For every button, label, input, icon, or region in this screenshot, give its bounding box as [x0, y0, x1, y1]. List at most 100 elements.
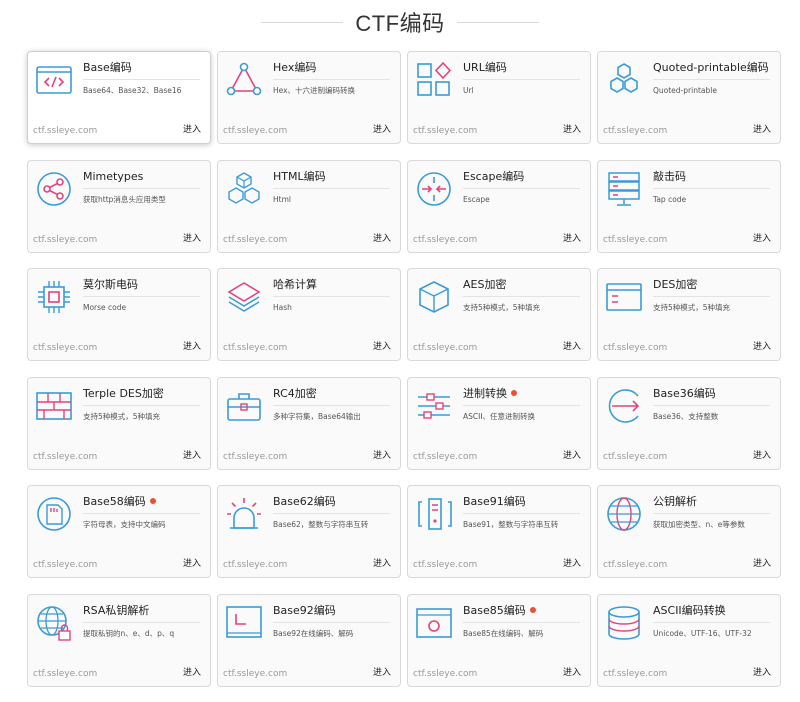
tool-card[interactable]: Base85编码 Base85在线编码、解码 ctf.ssleye.com 进入	[407, 593, 591, 687]
tool-card-description: 多种字符集，Base64输出	[273, 411, 361, 421]
tool-card-divider	[653, 79, 770, 80]
enter-link[interactable]: 进入	[563, 231, 581, 244]
tool-card[interactable]: AES加密 支持5种模式，5种填充 ctf.ssleye.com 进入	[407, 268, 591, 361]
tool-card-title: Quoted-printable编码	[653, 61, 769, 74]
tool-card[interactable]: Base编码 Base64、Base32、Base16 ctf.ssleye.c…	[27, 51, 211, 144]
enter-link[interactable]: 进入	[753, 665, 771, 678]
tool-card-divider	[463, 296, 580, 297]
enter-link[interactable]: 进入	[183, 556, 201, 569]
tool-card-domain: ctf.ssleye.com	[223, 560, 288, 570]
enter-link[interactable]: 进入	[373, 339, 391, 352]
tool-card[interactable]: RC4加密 多种字符集，Base64输出 ctf.ssleye.com 进入	[217, 376, 401, 470]
tool-card-title: DES加密	[653, 278, 698, 291]
tool-card-title: Base编码	[83, 61, 132, 74]
database-icon	[604, 603, 644, 643]
tool-card[interactable]: Escape编码 Escape ctf.ssleye.com 进入	[407, 159, 591, 253]
enter-link[interactable]: 进入	[183, 665, 201, 678]
tool-card-description: 字符母表，支持中文编码	[83, 520, 166, 529]
tool-card[interactable]: 哈希计算 Hash ctf.ssleye.com 进入	[217, 268, 401, 361]
tool-card[interactable]: URL编码 Url ctf.ssleye.com 进入	[407, 51, 591, 144]
tool-card-description: ASCII、任意进制转换	[463, 411, 536, 421]
tool-card-title: 进制转换	[463, 386, 580, 401]
tool-card-domain: ctf.ssleye.com	[223, 234, 288, 245]
tool-card-description: Base62，整数与字符串互转	[273, 520, 369, 529]
tool-card-divider	[653, 296, 770, 297]
tool-card-divider	[273, 513, 390, 514]
enter-link[interactable]: 进入	[373, 665, 391, 678]
share-circle-icon	[34, 169, 74, 209]
tool-card-title: Mimetypes	[83, 169, 144, 183]
tool-card[interactable]: Base36编码 Base36、支持整数 ctf.ssleye.com 进入	[597, 376, 781, 470]
enter-link[interactable]: 进入	[753, 339, 771, 352]
enter-link[interactable]: 进入	[183, 448, 201, 461]
enter-link[interactable]: 进入	[563, 665, 581, 678]
enter-link[interactable]: 进入	[753, 556, 771, 569]
tower-brackets-icon	[414, 494, 454, 534]
tool-card-description: Escape	[463, 194, 490, 204]
tool-card[interactable]: Base62编码 Base62，整数与字符串互转 ctf.ssleye.com …	[217, 485, 401, 578]
new-dot-icon	[529, 606, 536, 613]
enter-link[interactable]: 进入	[563, 122, 581, 135]
enter-link[interactable]: 进入	[373, 448, 391, 461]
enter-link[interactable]: 进入	[753, 448, 771, 461]
tool-card-grid: Base编码 Base64、Base32、Base16 ctf.ssleye.c…	[27, 51, 781, 687]
tool-card-divider	[463, 404, 580, 406]
tool-card[interactable]: Base91编码 Base91，整数与字符串互转 ctf.ssleye.com …	[407, 485, 591, 578]
tool-card[interactable]: ASCII编码转换 Unicode、UTF-16、UTF-32 ctf.ssle…	[597, 593, 781, 687]
tool-card[interactable]: 进制转换 ASCII、任意进制转换 ctf.ssleye.com 进入	[407, 376, 591, 470]
tool-card[interactable]: Mimetypes 获取http消息头应用类型 ctf.ssleye.com 进…	[27, 159, 211, 253]
tool-card[interactable]: HTML编码 Html ctf.ssleye.com 进入	[217, 159, 401, 253]
tool-card-domain: ctf.ssleye.com	[223, 451, 288, 462]
enter-link[interactable]: 进入	[183, 339, 201, 352]
tool-card[interactable]: Hex编码 Hex、十六进制编码转换 ctf.ssleye.com 进入	[217, 51, 401, 144]
enter-link[interactable]: 进入	[563, 339, 581, 352]
box-3d-icon	[414, 277, 454, 317]
tool-card-divider	[463, 187, 580, 189]
tool-card[interactable]: Quoted-printable编码 Quoted-printable ctf.…	[597, 51, 781, 144]
tool-card[interactable]: 公钥解析 获取加密类型、n、e等参数 ctf.ssleye.com 进入	[597, 485, 781, 578]
arrows-in-circle-icon	[414, 169, 454, 209]
tool-card-title: HTML编码	[273, 169, 326, 183]
enter-link[interactable]: 进入	[373, 122, 391, 135]
tool-card-divider	[463, 79, 580, 80]
tool-card[interactable]: 敲击码 Tap code ctf.ssleye.com 进入	[597, 159, 781, 253]
tool-card-domain: ctf.ssleye.com	[603, 126, 668, 136]
tool-card[interactable]: Base92编码 Base92在线编码、解码 ctf.ssleye.com 进入	[217, 593, 401, 687]
tool-card-domain: ctf.ssleye.com	[603, 343, 668, 353]
tool-card-title: ASCII编码转换	[653, 603, 726, 617]
tool-card[interactable]: Terple DES加密 支持5种模式，5种填充 ctf.ssleye.com …	[27, 376, 211, 470]
new-dot-icon	[511, 389, 517, 396]
tool-card-description: Html	[273, 194, 291, 204]
enter-link[interactable]: 进入	[183, 231, 201, 244]
tool-card-divider	[83, 404, 200, 406]
tool-card[interactable]: 莫尔斯电码 Morse code ctf.ssleye.com 进入	[27, 268, 211, 361]
enter-link[interactable]: 进入	[183, 122, 201, 135]
tool-card-divider	[273, 296, 390, 297]
tool-card-title: Hex编码	[273, 61, 317, 74]
enter-link[interactable]: 进入	[753, 122, 771, 135]
tool-card-divider	[83, 296, 200, 297]
tool-card-domain: ctf.ssleye.com	[33, 234, 98, 245]
layers-icon	[224, 277, 264, 317]
tool-card-description: 获取加密类型、n、e等参数	[653, 520, 745, 529]
tool-card-divider	[83, 79, 200, 80]
enter-link[interactable]: 进入	[373, 231, 391, 244]
tool-card-domain: ctf.ssleye.com	[413, 668, 478, 679]
tool-card-title: RSA私钥解析	[83, 603, 150, 617]
tool-card-domain: ctf.ssleye.com	[223, 126, 288, 136]
enter-link[interactable]: 进入	[563, 448, 581, 461]
page-header: CTF编码	[0, 0, 800, 44]
tool-card[interactable]: Base58编码 字符母表，支持中文编码 ctf.ssleye.com 进入	[27, 485, 211, 578]
tool-card-divider	[83, 513, 200, 514]
tool-card-description: Hex、十六进制编码转换	[273, 86, 356, 95]
tool-card-title: Base92编码	[273, 603, 336, 617]
tool-card[interactable]: RSA私钥解析 提取私钥的n、e、d、p、q ctf.ssleye.com 进入	[27, 593, 211, 687]
tool-card-title: Base58编码	[83, 494, 200, 509]
tool-card-domain: ctf.ssleye.com	[33, 560, 98, 570]
tool-card-title: Base36编码	[653, 386, 716, 400]
hexagons-icon	[604, 60, 644, 100]
enter-link[interactable]: 进入	[373, 556, 391, 569]
tool-card[interactable]: DES加密 支持5种模式，5种填充 ctf.ssleye.com 进入	[597, 268, 781, 361]
enter-link[interactable]: 进入	[753, 231, 771, 244]
enter-link[interactable]: 进入	[563, 556, 581, 569]
